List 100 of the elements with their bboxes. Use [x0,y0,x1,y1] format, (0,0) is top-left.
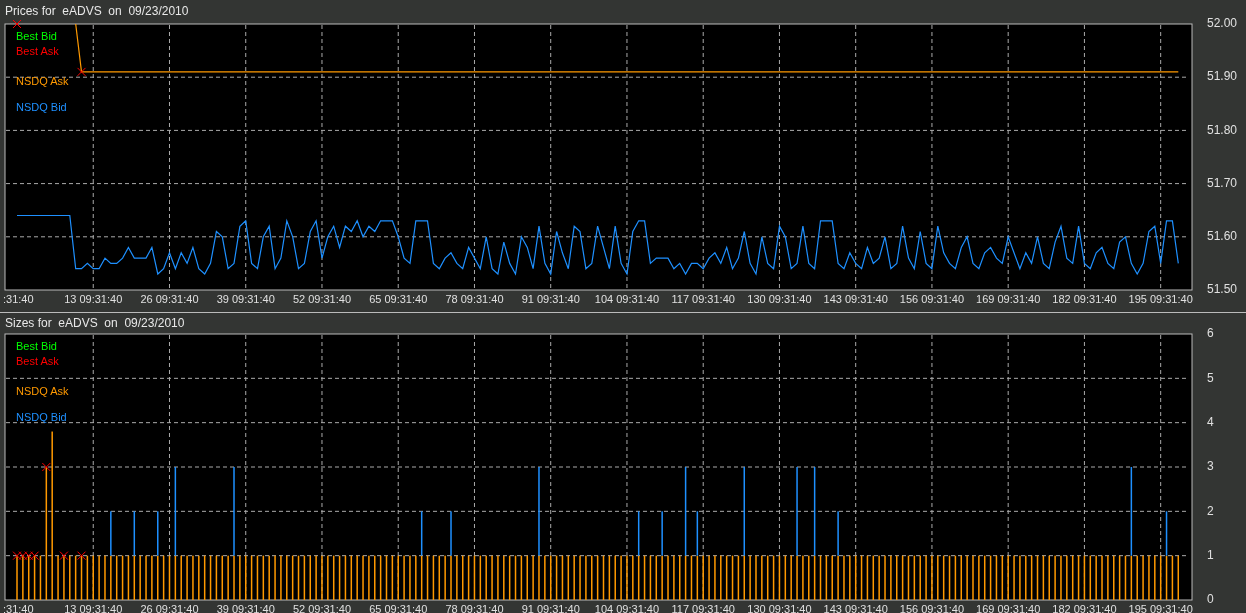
size-bar [819,555,822,600]
size-bar [121,555,124,600]
axis-label: 117 09:31:40 [671,602,735,613]
size-bar [162,555,165,600]
axis-label: 104 09:31:40 [594,602,660,613]
size-bar [74,555,77,600]
size-bar [168,555,171,600]
size-bar [942,555,945,600]
size-bar [127,555,130,600]
x-marker-icon [59,551,69,561]
axis-label: 182 09:31:40 [1052,602,1117,613]
size-bar [1083,555,1086,600]
axis-label: 156 09:31:40 [899,292,965,305]
axis-label: 39 09:31:40 [216,292,275,305]
size-bar [690,555,693,600]
size-bar [250,555,253,600]
axis-label: 65 09:31:40 [369,602,428,613]
axis-label: 26 09:31:40 [140,292,199,305]
axis-label: 51.50 [1207,282,1238,297]
axis-label: 91 09:31:40 [521,602,580,613]
size-bar [391,555,394,600]
x-marker-icon [24,551,34,561]
axis-label: 13 09:31:40 [64,292,123,305]
axis-label: 13 09:31:40 [64,602,123,613]
axis-label: 78 09:31:40 [445,602,504,613]
x-marker-icon [30,551,40,561]
size-bar [350,555,353,600]
size-bar [901,555,904,600]
axis-label: 143 09:31:40 [823,292,888,305]
size-bar [256,555,259,600]
chart-title: Sizes for eADVS on 09/23/2010 [4,315,185,332]
size-bar [215,555,218,600]
x-marker-icon [77,67,86,77]
size-bar [203,555,206,600]
axis-label: 130 09:31:40 [747,292,812,305]
size-bar [1042,555,1045,600]
size-bar [39,555,42,600]
size-bar [379,555,382,600]
size-bar [86,555,89,600]
size-bar [608,555,611,600]
legend-label: NSDQ Ask [16,384,69,397]
size-bar [1036,555,1039,600]
axis-label: 195 09:31:40 [1128,602,1193,613]
axis-label: 51.90 [1207,69,1238,84]
size-bar [825,555,828,600]
size-bar [913,555,916,600]
axis-label: 78 09:31:40 [445,292,504,305]
size-bar [438,555,441,600]
size-bar [731,555,734,600]
size-bar [567,555,570,600]
legend-label: NSDQ Bid [16,100,67,113]
size-bar [514,555,517,600]
size-bar [1159,555,1162,600]
axis-label: 130 09:31:40 [747,602,812,613]
axis-label: 2 [1207,503,1214,518]
axis-label: 39 09:31:40 [216,602,275,613]
size-bar [737,555,740,600]
size-bar [1171,555,1174,600]
size-bar [1118,555,1121,600]
axis-label: 5 [1207,370,1214,385]
size-bar [655,555,658,600]
x-marker-icon [77,551,86,561]
size-bar [872,555,875,600]
size-bar [262,555,265,600]
size-bar [1071,555,1074,600]
axis-label: 51.80 [1207,122,1238,137]
size-bar [1030,555,1033,600]
legend-label: NSDQ Ask [16,74,69,87]
axis-label: 169 09:31:40 [976,292,1041,305]
size-bar [784,555,787,600]
size-bar [772,555,775,600]
axis-label: 26 09:31:40 [140,602,199,613]
size-bar [555,555,558,600]
axis-label: 52 09:31:40 [292,602,352,613]
size-bar [561,555,564,600]
x-marker-icon [18,551,28,561]
size-bar [1124,555,1127,600]
legend-label: Best Ask [16,44,59,57]
axis-label: 65 09:31:40 [369,292,428,305]
size-bar [303,555,306,600]
size-bar [866,555,869,600]
size-bar [479,555,482,600]
axis-label: 3 [1207,459,1214,474]
axis-label: 169 09:31:40 [976,602,1041,613]
size-bar [426,555,429,600]
x-marker-icon [12,551,22,561]
chart-title: Prices for eADVS on 09/23/2010 [4,3,189,20]
size-bar [778,555,781,600]
size-bar [596,555,599,600]
axis-label: :31:40 [3,292,34,305]
size-bar [473,555,476,600]
size-bar [907,555,910,600]
axis-label: 143 09:31:40 [823,602,888,613]
size-bar [467,555,470,600]
axis-label: 52.00 [1207,16,1238,31]
x-marker-icon [41,462,51,472]
axis-label: 0 [1207,592,1214,607]
legend-label: NSDQ Bid [16,410,67,423]
size-bar [520,555,523,600]
axis-label: 6 [1207,326,1214,341]
